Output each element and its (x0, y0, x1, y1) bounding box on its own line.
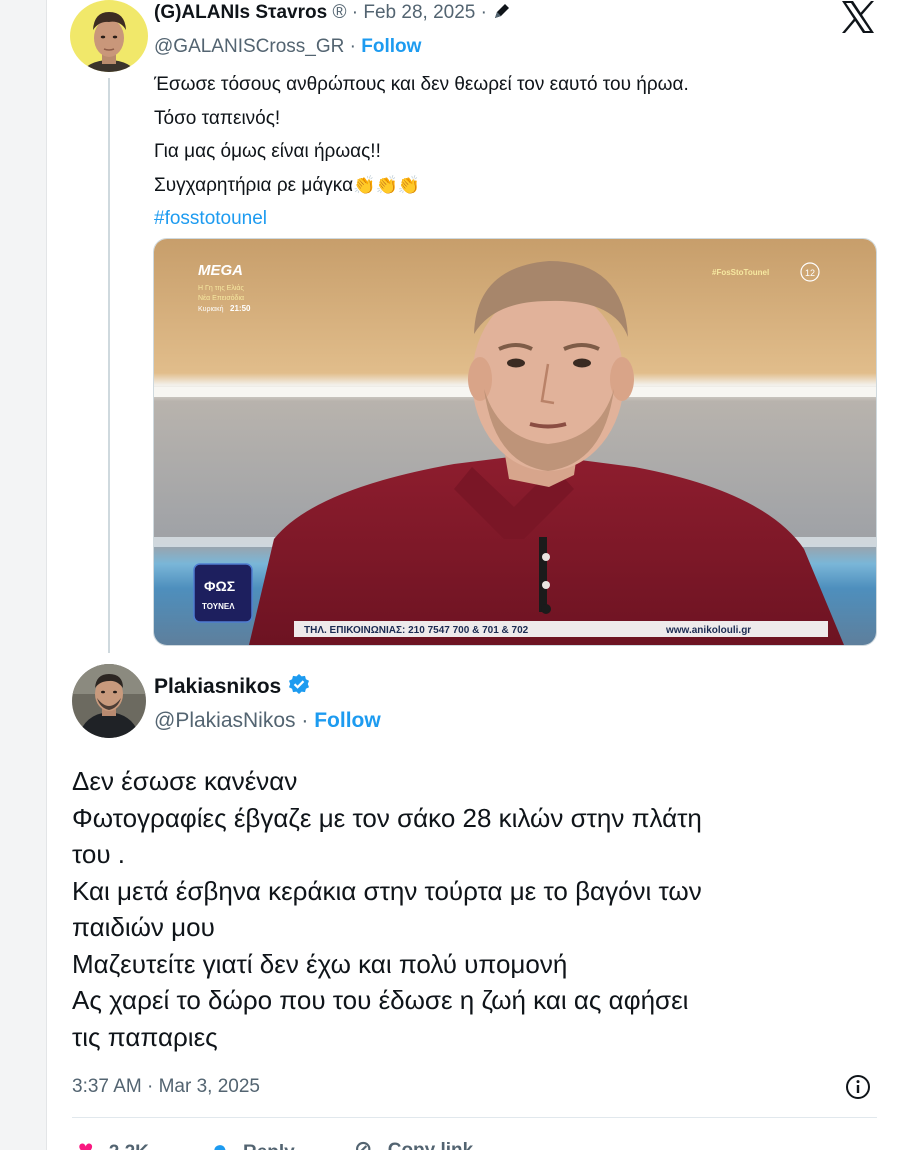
separator-dot: · (349, 36, 356, 57)
media-promo-line2: Νέα Επεισόδια (198, 294, 244, 302)
separator-dot: · (301, 709, 309, 732)
media-promo-line1: Η Γη της Ελιάς (198, 284, 244, 292)
tweet1-media-image[interactable]: MEGA Η Γη της Ελιάς Νέα Επεισόδια Κυριακ… (153, 238, 877, 646)
tweet1-badge: ® (332, 2, 347, 23)
tweet1-line: Τόσο ταπεινός! (154, 107, 281, 129)
tweet2-timestamp[interactable]: 3:37 AM · Mar 3, 2025 (72, 1074, 260, 1100)
edit-pencil-icon (492, 1, 512, 29)
media-promo-time: 21:50 (230, 304, 251, 313)
copy-link-button[interactable]: ⊘ Copy link (354, 1134, 473, 1150)
media-channel-logo: MEGA (198, 262, 243, 279)
page-margin (0, 0, 47, 1150)
tweet1-display-name[interactable]: (G)ALANIs Sτavros (154, 2, 327, 23)
tweet2-line: παιδιών μου (72, 912, 215, 942)
tweet2-line: Ας χαρεί το δώρο που του έδωσε η ζωή και… (72, 985, 689, 1015)
tweet2-line: Και μετά έσβηνα κεράκια στην τούρτα με τ… (72, 875, 702, 906)
tweet1-hashtag[interactable]: #fosstotounel (154, 202, 854, 236)
tweet1-handle-row: @GALANISCross_GR · Follow (154, 34, 421, 60)
tweet1-line: Για μας όμως είναι ήρωας!! (154, 141, 381, 162)
info-icon[interactable] (845, 1074, 871, 1100)
tweet1-handle[interactable]: @GALANISCross_GR (154, 36, 344, 57)
tweet1-body: Έσωσε τόσους ανθρώπους και δεν θεωρεί το… (154, 68, 854, 236)
tweet2-display-name[interactable]: Plakiasnikos (154, 675, 281, 698)
avatar-galanis[interactable] (70, 0, 148, 72)
thread-connector-line (108, 78, 110, 653)
reply-icon: ● (212, 1134, 228, 1150)
copy-link-icon: ⊘ (354, 1136, 373, 1150)
media-show-logo-line1: ΦΩΣ (204, 578, 235, 594)
media-promo-day: Κυριακή (198, 306, 224, 313)
tweet1-line-with-emoji: Συγχαρητήρια ρε μάγκα👏👏👏 (154, 169, 854, 203)
tweet2-line: Δεν έσωσε κανέναν (72, 766, 298, 796)
heart-icon: ♥ (78, 1134, 94, 1150)
tweet2-header: Plakiasnikos (154, 673, 311, 704)
tweet-embed-screenshot: (G)ALANIs Sτavros ® · Feb 28, 2025 · @GA… (0, 0, 900, 1150)
reply-button[interactable]: ● Reply (212, 1134, 295, 1150)
avatar-plakias[interactable] (72, 664, 146, 738)
like-button[interactable]: ♥ 2.2K (78, 1134, 149, 1150)
verified-badge-icon (287, 673, 311, 704)
reply-label: Reply (243, 1142, 295, 1150)
tweet2-handle[interactable]: @PlakiasNikos (154, 709, 296, 732)
separator-dot: · (351, 2, 359, 23)
media-hashtag-overlay: #FosStoTounel (712, 268, 769, 277)
like-count: 2.2K (109, 1142, 149, 1150)
clap-emoji-icon: 👏👏👏 (353, 174, 421, 195)
media-rating: 12 (805, 268, 815, 278)
separator-dot: · (480, 2, 487, 23)
tweet2-line: Μαζευτείτε γιατί δεν έχω και πολύ υπομον… (72, 948, 568, 979)
tweet2-follow-button[interactable]: Follow (314, 709, 381, 732)
tweet1-line: Έσωσε τόσους ανθρώπους και δεν θεωρεί το… (154, 74, 689, 95)
copy-link-label: Copy link (388, 1140, 474, 1150)
x-logo-icon[interactable] (840, 0, 876, 34)
tweet2-line: τις παπαριες (72, 1021, 218, 1052)
tweet1-header: (G)ALANIs Sτavros ® · Feb 28, 2025 · (154, 0, 512, 29)
tweet2-line: του . (72, 839, 126, 869)
media-ticker-url: www.anikolouli.gr (665, 625, 751, 636)
tweet2-body: Δεν έσωσε κανέναν Φωτογραφίες έβγαζε με … (72, 763, 872, 1055)
media-ticker: ΤΗΛ. ΕΠΙΚΟΙΝΩΝΙΑΣ: 210 7547 700 & 701 & … (304, 625, 529, 636)
tweet1-line: Συγχαρητήρια ρε μάγκα (154, 174, 354, 196)
media-show-logo-line2: ΤΟΥΝΕΛ (202, 602, 235, 611)
tweet1-date[interactable]: Feb 28, 2025 (363, 2, 475, 23)
tweet2-handle-row: @PlakiasNikos · Follow (154, 708, 381, 734)
action-divider (72, 1117, 877, 1118)
tweet1-follow-button[interactable]: Follow (361, 36, 421, 57)
tweet2-line: Φωτογραφίες έβγαζε με τον σάκο 28 κιλών … (72, 802, 702, 833)
